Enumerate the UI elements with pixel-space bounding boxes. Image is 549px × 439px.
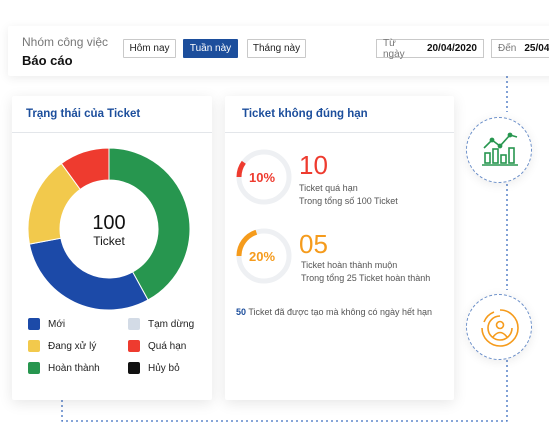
- legend-swatch: [128, 362, 140, 374]
- overdue-percent: 10%: [249, 170, 276, 185]
- date-to-field[interactable]: Đến 25/04/2020: [491, 39, 549, 58]
- status-card-title: Trạng thái của Ticket: [12, 96, 212, 133]
- date-from-field[interactable]: Từ ngày 20/04/2020: [376, 37, 484, 60]
- late-done-line1: Ticket hoàn thành muộn: [301, 260, 398, 270]
- donut-slice-1: [28, 237, 149, 311]
- this-week-button[interactable]: Tuần này: [183, 39, 238, 58]
- status-donut-chart: 100 Ticket: [26, 146, 192, 312]
- chart-growth-icon: [466, 117, 532, 183]
- no-deadline-count: 50: [236, 307, 247, 317]
- legend-item-paused: Tạm dừng: [128, 318, 194, 330]
- no-deadline-text: Ticket đã được tạo mà không có ngày hết …: [248, 307, 433, 317]
- late-card-title: Ticket không đúng hạn: [225, 96, 454, 133]
- legend-swatch: [28, 340, 40, 352]
- legend-label: Đang xử lý: [48, 340, 97, 352]
- filter-bar: Nhóm công việc Báo cáo Hôm nay Tuần này …: [8, 26, 549, 76]
- late-tickets-card: Ticket không đúng hạn 10% 10 Ticket quá …: [225, 96, 454, 400]
- legend-swatch: [128, 318, 140, 330]
- late-done-percent: 20%: [249, 249, 276, 264]
- legend-item-cancelled: Hủy bỏ: [128, 362, 180, 374]
- legend-item-new: Mới: [28, 318, 65, 330]
- legend-label: Tạm dừng: [148, 318, 195, 330]
- date-to-label: Đến: [498, 43, 517, 54]
- legend-label: Hoàn thành: [48, 362, 100, 374]
- no-deadline-note: 50 Ticket đã được tạo mà không có ngày h…: [236, 307, 432, 317]
- legend-swatch: [28, 362, 40, 374]
- date-from-label: Từ ngày: [383, 37, 405, 60]
- overdue-line2: Trong tổng số 100 Ticket: [299, 196, 398, 206]
- this-month-button[interactable]: Tháng này: [247, 39, 306, 58]
- user-target-icon: [466, 294, 532, 360]
- overdue-line1: Ticket quá hạn: [299, 183, 358, 193]
- late-done-count: 05: [299, 229, 328, 259]
- date-from-value: 20/04/2020: [426, 43, 477, 54]
- date-to-value: 25/04/2020: [524, 43, 549, 54]
- group-label: Nhóm công việc: [22, 35, 109, 49]
- late-done-line2: Trong tổng 25 Ticket hoàn thành: [301, 273, 431, 283]
- ticket-status-card: Trạng thái của Ticket 100 Ticket Mới Tạm…: [12, 96, 212, 400]
- donut-total: 100: [92, 212, 126, 234]
- legend-label: Hủy bỏ: [148, 362, 180, 374]
- page-title: Báo cáo: [22, 53, 73, 68]
- legend-label: Mới: [48, 318, 66, 330]
- donut-center: 100 Ticket: [26, 212, 192, 248]
- today-button[interactable]: Hôm nay: [123, 39, 176, 58]
- legend-item-processing: Đang xử lý: [28, 340, 96, 352]
- overdue-count: 10: [299, 150, 328, 180]
- legend-item-done: Hoàn thành: [28, 362, 100, 374]
- legend-swatch: [28, 318, 40, 330]
- donut-caption: Ticket: [93, 234, 125, 248]
- legend-swatch: [128, 340, 140, 352]
- legend-label: Quá hạn: [148, 340, 187, 352]
- legend-item-overdue: Quá hạn: [128, 340, 186, 352]
